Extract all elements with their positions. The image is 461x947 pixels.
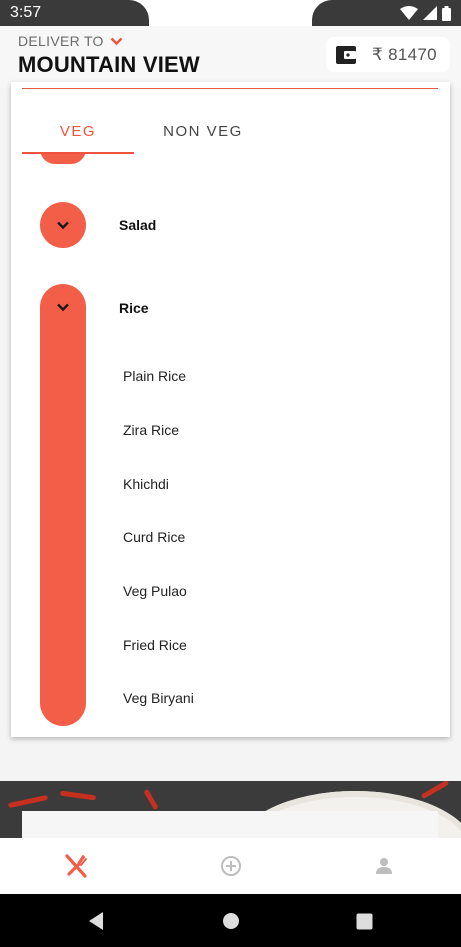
category-rice[interactable]: Rice [119, 300, 149, 316]
chili-decoration [59, 790, 97, 801]
status-bar: 3:57 [0, 0, 461, 54]
wifi-icon [400, 6, 418, 20]
chevron-down-icon [110, 37, 123, 45]
deliver-to-selector[interactable]: DELIVER TO [18, 33, 123, 49]
wallet-amount: 81470 [388, 44, 437, 64]
nav-menu[interactable] [0, 838, 154, 894]
nav-profile[interactable] [307, 838, 461, 894]
category-salad[interactable]: Salad [119, 217, 156, 233]
food-banner-image [0, 781, 461, 838]
menu-item[interactable]: Fried Rice [123, 637, 187, 653]
signal-icon [423, 6, 437, 20]
recents-icon [356, 913, 372, 929]
divider [22, 88, 438, 89]
back-button[interactable] [82, 907, 110, 935]
app-header: DELIVER TO MOUNTAIN VIEW ₹ 81470 [0, 26, 461, 88]
bottom-navigation [0, 838, 461, 894]
add-circle-icon [221, 856, 241, 876]
battery-icon [442, 5, 451, 21]
menu-item[interactable]: Veg Pulao [123, 583, 187, 599]
category-accordion: Salad Rice Plain Rice Zira Rice Khichdi … [11, 154, 450, 737]
menu-item[interactable]: Curd Rice [123, 529, 185, 545]
home-icon [223, 913, 239, 929]
rice-toggle-button[interactable] [40, 284, 86, 726]
fork-knife-icon [65, 854, 87, 878]
nav-add[interactable] [154, 838, 308, 894]
menu-item[interactable]: Khichdi [123, 476, 169, 492]
status-time: 3:57 [10, 4, 42, 21]
back-icon [89, 912, 103, 930]
diet-tabs: VEG NON VEG [22, 108, 438, 154]
menu-item[interactable]: Veg Biryani [123, 690, 194, 706]
status-bar-left: 3:57 [0, 0, 149, 26]
recents-button[interactable] [350, 907, 378, 935]
home-button[interactable] [217, 907, 245, 935]
tab-veg[interactable]: VEG [22, 108, 134, 154]
deliver-to-label: DELIVER TO [18, 33, 104, 49]
wallet-balance[interactable]: ₹ 81470 [326, 37, 450, 72]
delivery-location: MOUNTAIN VIEW [18, 52, 200, 77]
status-bar-right [312, 0, 461, 26]
person-icon [376, 858, 392, 874]
menu-item[interactable]: Zira Rice [123, 422, 179, 438]
menu-item[interactable]: Plain Rice [123, 368, 186, 384]
salad-toggle-button[interactable] [40, 202, 86, 248]
banner-overlay [22, 811, 438, 838]
menu-card: VEG NON VEG Salad Rice Plain Rice Zira R… [11, 82, 450, 737]
chili-decoration [143, 788, 159, 811]
system-navigation-bar [0, 894, 461, 947]
wallet-icon [336, 45, 356, 64]
tab-non-veg[interactable]: NON VEG [134, 108, 272, 154]
category-toggle-partial[interactable] [40, 154, 86, 164]
currency-symbol: ₹ [372, 44, 384, 64]
chili-decoration [420, 781, 450, 800]
chili-decoration [7, 794, 49, 809]
chevron-down-icon [57, 221, 69, 230]
chevron-down-icon [57, 303, 69, 312]
